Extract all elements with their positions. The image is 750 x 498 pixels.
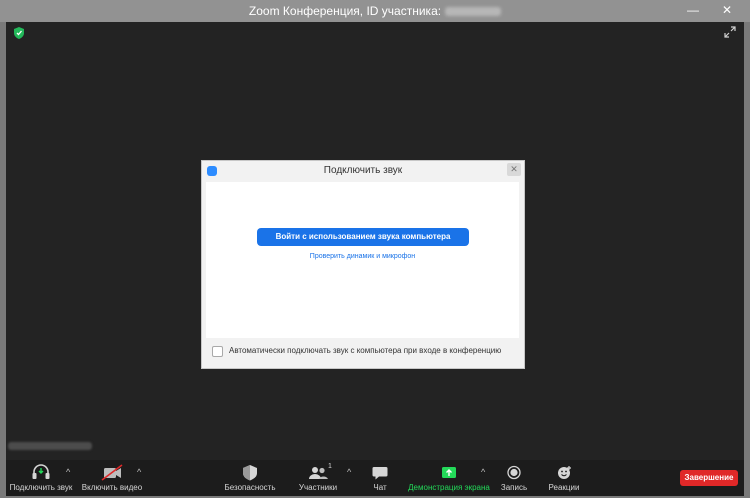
fullscreen-icon[interactable]: [724, 26, 736, 38]
record-button[interactable]: Запись: [496, 462, 532, 496]
chat-label: Чат: [373, 483, 387, 492]
join-audio-label: Подключить звук: [9, 483, 73, 492]
audio-options-caret[interactable]: ^: [66, 467, 70, 477]
encryption-shield-icon[interactable]: [14, 27, 24, 39]
record-icon: [507, 465, 521, 480]
reactions-button[interactable]: Реакции: [542, 462, 586, 496]
end-meeting-button[interactable]: Завершение: [680, 470, 738, 486]
dialog-title: Подключить звук: [323, 165, 403, 176]
share-screen-label: Демонстрация экрана: [408, 483, 490, 492]
reactions-icon: [558, 466, 571, 479]
auto-join-audio-checkbox[interactable]: [212, 346, 223, 357]
record-label: Запись: [500, 483, 528, 492]
test-speaker-mic-link[interactable]: Проверить динамик и микрофон: [206, 253, 519, 260]
chat-icon: [372, 467, 388, 480]
window-title: Zoom Конференция, ID участника:: [0, 4, 750, 18]
participants-button[interactable]: Участники: [292, 462, 344, 496]
shield-icon: [243, 465, 257, 481]
headphones-icon: [32, 464, 50, 479]
join-audio-dialog: Подключить звук ✕ Войти с использованием…: [201, 160, 525, 369]
chat-button[interactable]: Чат: [362, 462, 398, 496]
security-label: Безопасность: [224, 483, 276, 492]
join-with-computer-audio-button[interactable]: Войти с использованием звука компьютера: [257, 228, 469, 246]
minimize-button[interactable]: —: [680, 0, 706, 20]
share-screen-icon: [442, 467, 456, 478]
participants-count: 1: [328, 463, 332, 470]
reactions-label: Реакции: [548, 483, 580, 492]
camera-off-icon: [101, 464, 123, 481]
dialog-body: Войти с использованием звука компьютера …: [206, 182, 519, 338]
auto-join-audio-label[interactable]: Автоматически подключать звук с компьюте…: [229, 346, 501, 355]
share-screen-button[interactable]: Демонстрация экрана: [408, 462, 490, 496]
start-video-label: Включить видео: [81, 483, 143, 492]
title-bar: Zoom Конференция, ID участника: — ✕: [0, 0, 750, 22]
participant-name-redacted: [8, 442, 92, 450]
join-audio-button[interactable]: Подключить звук: [8, 462, 74, 496]
dialog-close-button[interactable]: ✕: [507, 163, 521, 176]
video-options-caret[interactable]: ^: [137, 467, 141, 477]
meeting-toolbar: Подключить звук ^ Включить видео ^ Безоп…: [6, 460, 744, 496]
participants-icon: [309, 467, 328, 479]
share-options-caret[interactable]: ^: [481, 467, 485, 477]
close-window-button[interactable]: ✕: [706, 0, 748, 20]
participants-label: Участники: [298, 483, 338, 492]
dialog-footer: Автоматически подключать звук с компьюте…: [206, 343, 519, 361]
meeting-id-redacted: [445, 7, 502, 17]
zoom-window: Zoom Конференция, ID участника: — ✕ Подк…: [0, 0, 750, 498]
security-button[interactable]: Безопасность: [220, 462, 280, 496]
window-title-text: Zoom Конференция, ID участника:: [248, 4, 442, 18]
participants-options-caret[interactable]: ^: [347, 467, 351, 477]
start-video-button[interactable]: Включить видео: [80, 462, 144, 496]
